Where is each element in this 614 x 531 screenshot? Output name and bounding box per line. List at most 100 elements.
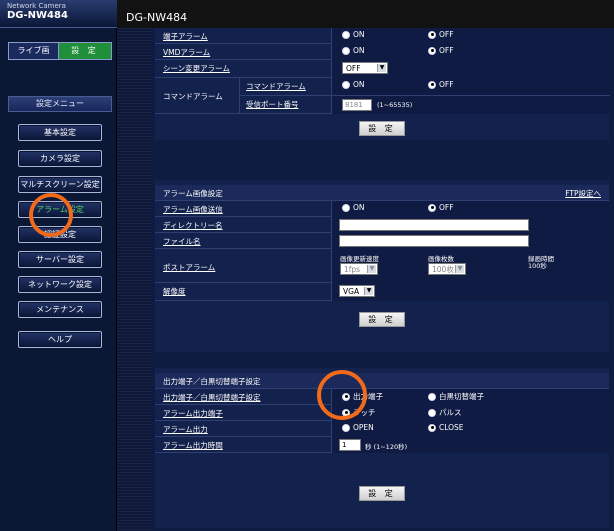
open-radio[interactable]: OPEN [342,423,374,432]
vmd-alarm-off-radio[interactable]: OFF [428,46,454,55]
nav-server-settings[interactable]: サーバー設定 [18,251,102,268]
alarm-output-label[interactable]: アラーム出力 [163,424,208,435]
row-output-terminal: アラーム出力端子 ラッチ パルス [155,405,609,421]
record-time-value: 100秒 [528,262,547,270]
image-send-on-radio[interactable]: ON [342,203,365,212]
resolution-select[interactable]: VGA ▼ [339,285,375,297]
terminal-alarm-label[interactable]: 端子アラーム [163,31,208,42]
resolution-value: VGA ▼ [331,283,609,301]
row-image-send: アラーム画像送信 ON OFF [155,201,609,217]
scene-change-select[interactable]: OFF ▼ [342,62,388,74]
scene-change-value: OFF ▼ [331,60,609,78]
chevron-down-icon: ▼ [377,64,386,72]
top-model-title: DG-NW484 [126,11,188,24]
row-terminal-alarm: 端子アラーム ON OFF [155,28,609,44]
command-alarm-off-radio[interactable]: OFF [428,80,454,89]
filename-label[interactable]: ファイル名 [163,236,201,247]
row-command-alarm: コマンドアラーム コマンドアラーム 受信ポート番号 ON OFF 8181 (1… [155,78,610,114]
nav-maintenance[interactable]: メンテナンス [18,301,102,318]
main-content: 端子アラーム ON OFF VMDアラーム ON OFF シーン変更アラーム O… [152,28,614,531]
filename-value [331,233,609,249]
command-alarm-on-radio[interactable]: ON [342,80,365,89]
alarm-output-terminal-label[interactable]: アラーム出力端子 [163,408,223,419]
live-view-button[interactable]: ライブ画 [9,43,59,59]
count-label: 画像枚数 [428,255,454,263]
nav-camera-settings[interactable]: カメラ設定 [18,150,102,167]
output-mode-value: 出力端子 白黒切替端子 [331,389,609,405]
receive-port-label[interactable]: 受信ポート番号 [246,99,299,110]
image-send-off-radio[interactable]: OFF [428,203,454,212]
chevron-down-icon: ▼ [455,265,464,273]
output-time-unit: 秒 (1~120秒) [365,443,408,451]
ftp-settings-link[interactable]: FTP設定へ [565,188,601,199]
highlight-ring [29,193,73,237]
row-filename: ファイル名 [155,233,609,249]
top-bar: DG-NW484 [117,0,614,28]
row-post-alarm: ポストアラーム 画像更新速度 1fps ▼ 画像枚数 100枚 ▼ 録画時間 100… [155,249,609,283]
brand-header: Network Camera DG-NW484 [0,0,117,28]
vmd-alarm-on-radio[interactable]: ON [342,46,365,55]
row-output-mode: 出力端子／白黒切替端子設定 出力端子 白黒切替端子 [155,389,609,405]
sidebar: Network Camera DG-NW484 ライブ画 設 定 設定メニュー … [0,0,117,531]
bw-switch-terminal-radio[interactable]: 白黒切替端子 [428,391,484,402]
receive-port-range: (1~65535) [377,101,413,109]
output-panel: 出力端子／白黒切替端子設定 出力端子／白黒切替端子設定 出力端子 白黒切替端子 … [155,368,609,528]
directory-value [331,217,609,233]
alarm-output-time-label[interactable]: アラーム出力時間 [163,440,223,451]
image-section-header: アラーム画像設定 FTP設定へ [155,185,609,201]
image-header-title: アラーム画像設定 [163,189,223,198]
setup-button[interactable]: 設 定 [59,43,111,59]
nav-network-settings[interactable]: ネットワーク設定 [18,276,102,293]
command-alarm-value: ON OFF 8181 (1~65535) [331,78,610,114]
alarm-panel: 端子アラーム ON OFF VMDアラーム ON OFF シーン変更アラーム O… [155,28,610,140]
vmd-alarm-value: ON OFF [331,44,609,60]
nav-multiscreen-settings[interactable]: マルチスクリーン設定 [18,176,102,193]
row-alarm-output: アラーム出力 OPEN CLOSE [155,421,609,437]
post-alarm-label[interactable]: ポストアラーム [163,262,215,273]
count-select[interactable]: 100枚 ▼ [428,263,466,275]
directory-input[interactable] [339,219,529,231]
image-send-label[interactable]: アラーム画像送信 [163,204,223,215]
filename-input[interactable] [339,235,529,247]
row-output-time: アラーム出力時間 1 秒 (1~120秒) [155,437,609,453]
row-vmd-alarm: VMDアラーム ON OFF [155,44,609,60]
terminal-alarm-on-radio[interactable]: ON [342,30,365,39]
nav-help[interactable]: ヘルプ [18,331,102,348]
terminal-alarm-off-radio[interactable]: OFF [428,30,454,39]
receive-port-input[interactable]: 8181 [342,99,372,111]
alarm-set-button[interactable]: 設 定 [359,121,405,136]
post-alarm-value: 画像更新速度 1fps ▼ 画像枚数 100枚 ▼ 録画時間 100秒 [331,249,609,283]
output-header-title: 出力端子／白黒切替端子設定 [163,377,261,386]
row-scene-change: シーン変更アラーム OFF ▼ [155,60,609,78]
pulse-radio[interactable]: パルス [428,407,462,418]
alarm-output-time-value: 1 秒 (1~120秒) [331,437,609,453]
image-set-button[interactable]: 設 定 [359,312,405,327]
resolution-label[interactable]: 解像度 [163,286,186,297]
output-time-input[interactable]: 1 [339,439,361,451]
mode-switch: ライブ画 設 定 [8,42,112,60]
rate-select[interactable]: 1fps ▼ [340,263,378,275]
rate-label: 画像更新速度 [340,255,379,263]
scene-change-label[interactable]: シーン変更アラーム [163,63,230,74]
close-radio[interactable]: CLOSE [428,423,464,432]
command-alarm-label: コマンドアラーム [163,92,223,101]
brand-subtitle: Network Camera [7,2,66,10]
row-resolution: 解像度 VGA ▼ [155,283,609,301]
image-panel: アラーム画像設定 FTP設定へ アラーム画像送信 ON OFF ディレクトリー名… [155,180,609,352]
command-alarm-sub-label[interactable]: コマンドアラーム [246,81,306,92]
command-alarm-sublabels: コマンドアラーム 受信ポート番号 [239,78,332,114]
output-set-button[interactable]: 設 定 [359,486,405,501]
striped-separator [117,28,152,531]
row-directory: ディレクトリー名 [155,217,609,233]
nav-basic-settings[interactable]: 基本設定 [18,124,102,141]
alarm-output-terminal-value: ラッチ パルス [331,405,609,421]
chevron-down-icon: ▼ [364,287,373,295]
output-mode-label[interactable]: 出力端子／白黒切替端子設定 [163,392,261,403]
terminal-alarm-value: ON OFF [331,28,609,44]
brand-model: DG-NW484 [7,10,68,21]
directory-label[interactable]: ディレクトリー名 [163,220,222,231]
image-send-value: ON OFF [331,201,609,217]
chevron-down-icon: ▼ [367,265,376,273]
settings-menu-title: 設定メニュー [8,96,112,112]
vmd-alarm-label[interactable]: VMDアラーム [163,47,210,58]
